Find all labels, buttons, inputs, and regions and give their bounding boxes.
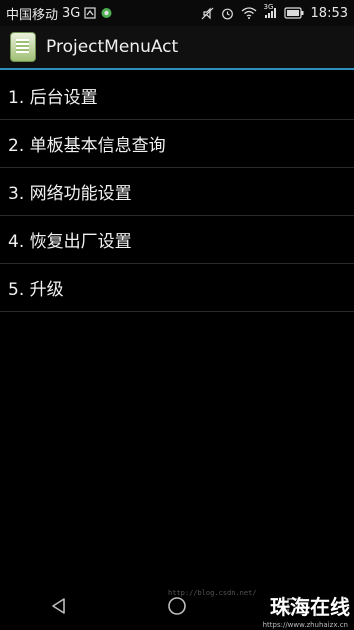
menu-item-backend-settings[interactable]: 1. 后台设置 [0, 72, 354, 120]
mute-icon [201, 7, 214, 20]
status-right: 3G 18:53 [201, 3, 348, 21]
status-bar: 中国移动 3G 3G 18:53 [0, 0, 354, 26]
clock-label: 18:53 [310, 5, 348, 21]
app-icon [10, 32, 36, 62]
home-icon [168, 597, 186, 615]
brand-watermark: 珠海在线 [270, 595, 350, 619]
sim-icon [84, 7, 96, 19]
menu-item-network-settings[interactable]: 3. 网络功能设置 [0, 168, 354, 216]
signal-icon: 3G [264, 3, 277, 19]
notification-icon [100, 7, 113, 19]
menu-item-label: 3. 网络功能设置 [8, 184, 132, 204]
menu-item-label: 4. 恢复出厂设置 [8, 232, 132, 252]
menu-item-upgrade[interactable]: 5. 升级 [0, 264, 354, 312]
carrier-label: 中国移动 [6, 7, 59, 23]
menu-item-factory-reset[interactable]: 4. 恢复出厂设置 [0, 216, 354, 264]
network-type-small-label: 3G [263, 3, 274, 11]
home-button[interactable] [147, 586, 207, 626]
battery-icon [283, 7, 304, 19]
menu-item-label: 5. 升级 [8, 280, 64, 300]
back-button[interactable] [29, 586, 89, 626]
menu-list: 1. 后台设置 2. 单板基本信息查询 3. 网络功能设置 4. 恢复出厂设置 … [0, 72, 354, 312]
network-type-label: 3G [62, 5, 81, 21]
menu-item-label: 2. 单板基本信息查询 [8, 136, 166, 156]
menu-item-board-info-query[interactable]: 2. 单板基本信息查询 [0, 120, 354, 168]
back-icon [52, 598, 65, 614]
status-left: 中国移动 3G [6, 4, 113, 23]
brand-watermark-url: https://www.zhuhaizx.cn [262, 621, 348, 629]
menu-item-label: 1. 后台设置 [8, 88, 98, 108]
alarm-icon [221, 7, 234, 20]
app-title: ProjectMenuAct [46, 37, 179, 57]
wifi-icon [241, 7, 257, 19]
action-bar: ProjectMenuAct [0, 26, 354, 70]
